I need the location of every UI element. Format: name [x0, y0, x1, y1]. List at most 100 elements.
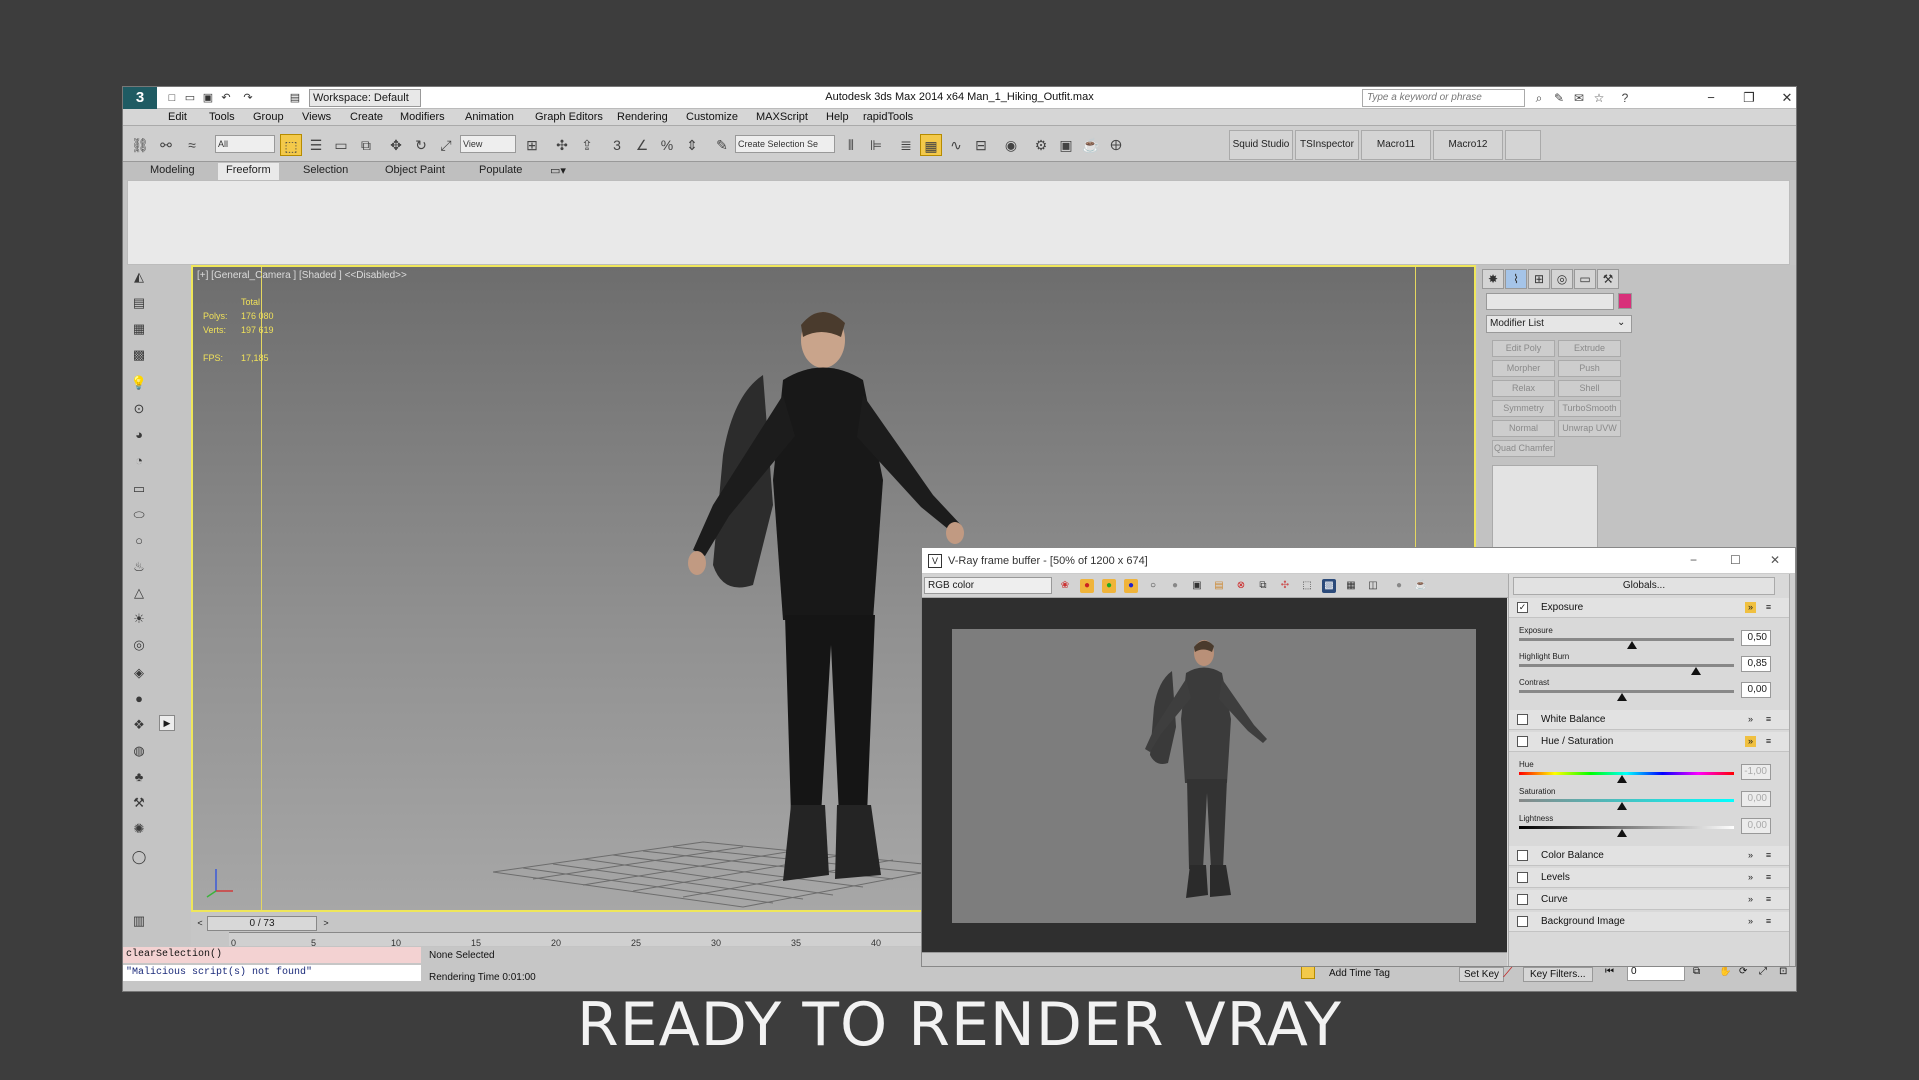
- menu-modifiers[interactable]: Modifiers: [400, 111, 445, 123]
- layer-manager-icon[interactable]: ≣: [895, 134, 917, 156]
- exposure-rollout[interactable]: ✓ Exposure » ≡: [1509, 598, 1789, 618]
- squid-studio-button[interactable]: Squid Studio v: [1229, 130, 1293, 178]
- exposure-knob[interactable]: [1627, 641, 1637, 649]
- hierarchy-tab-icon[interactable]: ⊞: [1528, 269, 1550, 289]
- material-editor-icon[interactable]: ◉: [1000, 134, 1022, 156]
- maxscript-listener-input[interactable]: clearSelection(): [123, 947, 421, 963]
- zoom-region-icon[interactable]: ⊡: [1779, 966, 1787, 977]
- color-balance-checkbox[interactable]: [1517, 850, 1528, 861]
- pivot-center-icon[interactable]: ⊞: [521, 134, 543, 156]
- vfb-canvas[interactable]: [922, 598, 1507, 952]
- white-balance-checkbox[interactable]: [1517, 714, 1528, 725]
- shell-button[interactable]: Shell: [1558, 380, 1621, 397]
- levels-checkbox[interactable]: [1517, 872, 1528, 883]
- color-picker-icon[interactable]: ❀: [1058, 579, 1072, 593]
- duplicate-icon[interactable]: ⧉: [1256, 579, 1270, 593]
- track-mouse-icon[interactable]: ✣: [1278, 579, 1292, 593]
- menu-rapidtools[interactable]: rapidTools: [863, 111, 913, 123]
- next-frame-icon[interactable]: >: [319, 916, 333, 931]
- vfb-close-icon[interactable]: ✕: [1770, 553, 1780, 567]
- link-to-renderer-icon[interactable]: ▩: [1322, 579, 1336, 593]
- rectangular-selection-icon[interactable]: ▭: [330, 134, 352, 156]
- menu-icon[interactable]: ≡: [1763, 850, 1774, 861]
- menu-group[interactable]: Group: [253, 111, 284, 123]
- channel-dropdown[interactable]: RGB color: [924, 577, 1052, 594]
- expand-icon[interactable]: »: [1745, 602, 1756, 613]
- menu-edit[interactable]: Edit: [168, 111, 187, 123]
- object-name-field[interactable]: [1486, 293, 1614, 310]
- keyboard-shortcut-icon[interactable]: ⇪: [576, 134, 598, 156]
- scatter-icon[interactable]: ✺: [128, 819, 150, 839]
- particle-icon[interactable]: ❖: [128, 715, 150, 735]
- render-icon[interactable]: ☕: [1414, 579, 1428, 593]
- modifier-stack[interactable]: [1492, 465, 1598, 555]
- expand-icon[interactable]: »: [1745, 872, 1756, 883]
- region-render-icon[interactable]: ⬚: [1300, 579, 1314, 593]
- saturation-knob[interactable]: [1617, 802, 1627, 810]
- minimize-icon[interactable]: −: [1693, 89, 1729, 107]
- select-object-icon[interactable]: ⬚: [280, 134, 302, 156]
- menu-views[interactable]: Views: [302, 111, 331, 123]
- display-tab-icon[interactable]: ▭: [1574, 269, 1596, 289]
- sun-icon[interactable]: ☀: [128, 609, 150, 629]
- scene-explorer-icon[interactable]: ▤: [128, 293, 150, 313]
- ribbon-options-icon[interactable]: ▭▾: [542, 164, 574, 177]
- save-image-icon[interactable]: ▣: [1190, 579, 1204, 593]
- vray-fur-icon[interactable]: ♨: [128, 557, 150, 577]
- expand-arrow-icon[interactable]: ▶: [159, 715, 175, 731]
- chevron-down-icon[interactable]: ⌄: [1617, 317, 1625, 328]
- motion-tab-icon[interactable]: ◎: [1551, 269, 1573, 289]
- pan-icon[interactable]: ✋: [1719, 966, 1731, 977]
- layer-explorer-icon[interactable]: ▦: [128, 319, 150, 339]
- tab-object-paint[interactable]: Object Paint: [377, 164, 453, 176]
- clear-image-icon[interactable]: ⊗: [1234, 579, 1248, 593]
- lightness-value[interactable]: 0,00: [1741, 818, 1771, 834]
- menu-help[interactable]: Help: [826, 111, 849, 123]
- proxy-icon[interactable]: ◈: [128, 663, 150, 683]
- globe-icon[interactable]: ◍: [128, 741, 150, 761]
- expand-icon[interactable]: »: [1745, 894, 1756, 905]
- hue-saturation-rollout[interactable]: Hue / Saturation » ≡: [1509, 732, 1789, 752]
- menu-icon[interactable]: ≡: [1763, 714, 1774, 725]
- binoculars-icon[interactable]: ⌕: [1531, 90, 1547, 106]
- reference-coordinate-dropdown[interactable]: View: [460, 135, 516, 153]
- help-icon[interactable]: ?: [1617, 90, 1633, 106]
- grid-icon[interactable]: ▩: [128, 345, 150, 365]
- curve-editor-icon[interactable]: ∿: [945, 134, 967, 156]
- time-config-icon[interactable]: ⧉: [1693, 966, 1700, 977]
- vfb-scrollbar[interactable]: [1789, 574, 1795, 966]
- exposure-value[interactable]: 0,50: [1741, 630, 1771, 646]
- hue-saturation-checkbox[interactable]: [1517, 736, 1528, 747]
- tab-populate[interactable]: Populate: [471, 164, 530, 176]
- select-by-name-icon[interactable]: ☰: [305, 134, 327, 156]
- edit-named-selection-icon[interactable]: ✎: [711, 134, 733, 156]
- material-preview-icon[interactable]: ●: [128, 689, 150, 709]
- menu-icon[interactable]: ≡: [1763, 872, 1774, 883]
- window-crossing-icon[interactable]: ⧉: [355, 134, 377, 156]
- highlight-burn-slider[interactable]: [1519, 664, 1734, 667]
- utilities-tab-icon[interactable]: ⚒: [1597, 269, 1619, 289]
- angle-snap-icon[interactable]: ∠: [631, 134, 653, 156]
- menu-icon[interactable]: ≡: [1763, 894, 1774, 905]
- menu-graph-editors[interactable]: Graph Editors: [535, 111, 603, 123]
- lightness-knob[interactable]: [1617, 829, 1627, 837]
- globals-button[interactable]: Globals...: [1513, 577, 1775, 595]
- vfb-maximize-icon[interactable]: ☐: [1730, 553, 1741, 567]
- rotate-icon[interactable]: ↻: [410, 134, 432, 156]
- go-to-start-icon[interactable]: ⏮: [1605, 966, 1614, 977]
- expand-icon[interactable]: »: [1745, 916, 1756, 927]
- communication-icon[interactable]: ✉: [1571, 90, 1587, 106]
- hue-knob[interactable]: [1617, 775, 1627, 783]
- curve-rollout[interactable]: Curve » ≡: [1509, 890, 1789, 910]
- select-manipulate-icon[interactable]: ✣: [551, 134, 573, 156]
- background-image-checkbox[interactable]: [1517, 916, 1528, 927]
- viewport-label[interactable]: [+] [General_Camera ] [Shaded ] <<Disabl…: [197, 270, 407, 281]
- expand-icon[interactable]: »: [1745, 850, 1756, 861]
- time-slider[interactable]: 0 / 73: [207, 916, 317, 931]
- align-icon[interactable]: ⊫: [865, 134, 887, 156]
- contrast-knob[interactable]: [1617, 693, 1627, 701]
- schematic-view-icon[interactable]: ⊟: [970, 134, 992, 156]
- menu-icon[interactable]: ≡: [1763, 916, 1774, 927]
- load-image-icon[interactable]: ▤: [1212, 579, 1226, 593]
- link-icon[interactable]: ⛓: [129, 134, 151, 156]
